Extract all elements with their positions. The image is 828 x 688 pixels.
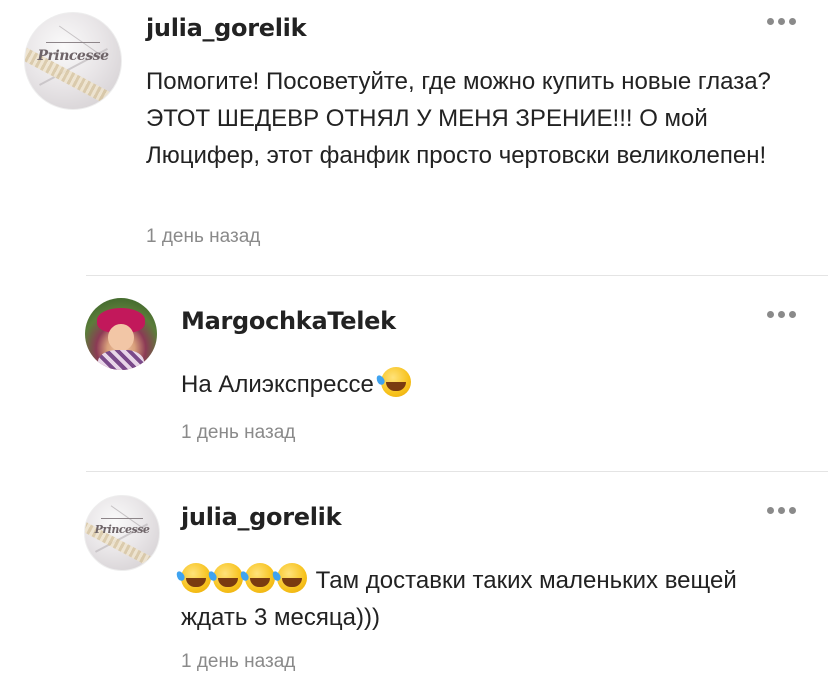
username[interactable]: julia_gorelik	[181, 503, 342, 531]
rolling-on-floor-laughing-icon	[277, 563, 307, 593]
more-horizontal-icon	[778, 17, 785, 25]
avatar-dress	[97, 349, 145, 370]
rolling-on-floor-laughing-icon	[181, 563, 211, 593]
more-options-button[interactable]	[767, 307, 803, 321]
avatar-logo: Princesse	[94, 522, 150, 536]
more-horizontal-icon	[767, 17, 774, 25]
avatar-logo: Princesse	[37, 47, 109, 64]
more-horizontal-icon	[778, 506, 785, 514]
avatar-face	[108, 323, 134, 352]
divider	[86, 275, 828, 276]
more-horizontal-icon	[789, 310, 796, 318]
more-horizontal-icon	[767, 310, 774, 318]
username[interactable]: julia_gorelik	[146, 14, 307, 42]
avatar-line	[101, 518, 143, 520]
timestamp: 1 день назад	[146, 226, 261, 247]
timestamp: 1 день назад	[181, 422, 296, 443]
comment-text: Там доставки таких маленьких вещей ждать…	[181, 562, 781, 636]
more-horizontal-icon	[778, 310, 785, 318]
rolling-on-floor-laughing-icon	[213, 563, 243, 593]
comment-text-body: На Алиэкспрессе	[181, 371, 374, 398]
rolling-on-floor-laughing-icon	[245, 563, 275, 593]
timestamp: 1 день назад	[181, 651, 296, 672]
avatar-line	[46, 41, 100, 43]
more-horizontal-icon	[789, 506, 796, 514]
comment-text: Помогите! Посоветуйте, где можно купить …	[146, 68, 771, 169]
divider	[86, 471, 828, 472]
more-options-button[interactable]	[767, 503, 803, 517]
avatar[interactable]	[85, 298, 157, 370]
comment-text: На Алиэкспрессе	[181, 366, 828, 403]
more-horizontal-icon	[789, 17, 796, 25]
more-horizontal-icon	[767, 506, 774, 514]
avatar[interactable]: Princesse	[24, 12, 122, 110]
more-options-button[interactable]	[767, 14, 803, 28]
avatar[interactable]: Princesse	[84, 495, 160, 571]
username[interactable]: MargochkaTelek	[181, 307, 396, 335]
rolling-on-floor-laughing-icon	[380, 367, 411, 397]
